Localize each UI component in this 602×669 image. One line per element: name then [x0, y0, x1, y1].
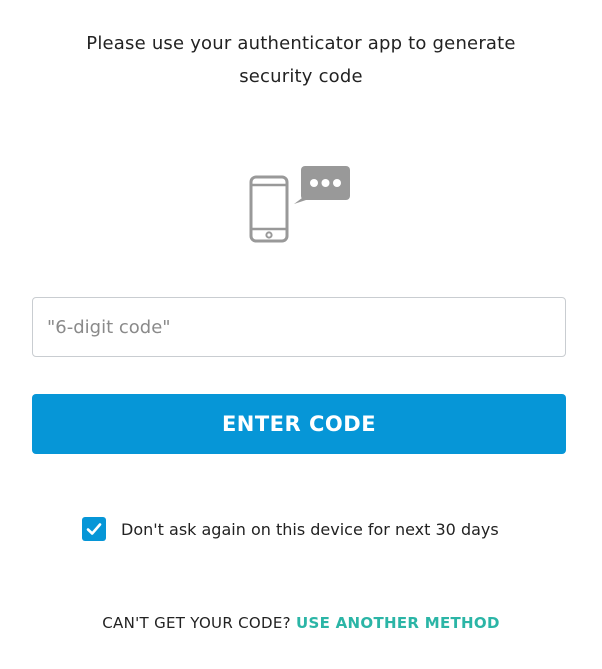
enter-code-button[interactable]: ENTER CODE — [32, 394, 566, 454]
security-code-input[interactable] — [32, 297, 566, 357]
chat-bubble-icon — [294, 166, 350, 204]
remember-device-checkbox[interactable] — [82, 517, 106, 541]
checkmark-icon — [86, 523, 102, 535]
alternate-method-footer: CAN'T GET YOUR CODE? USE ANOTHER METHOD — [0, 614, 602, 632]
cant-get-code-text: CAN'T GET YOUR CODE? — [102, 614, 291, 632]
instructions-text: Please use your authenticator app to gen… — [40, 27, 562, 93]
smartphone-icon — [249, 175, 289, 243]
phone-with-message-bubble-icon — [248, 163, 354, 245]
use-another-method-link[interactable]: USE ANOTHER METHOD — [296, 614, 500, 632]
remember-device-label: Don't ask again on this device for next … — [121, 519, 499, 539]
instructions-line-2: security code — [239, 66, 363, 87]
remember-device-row: Don't ask again on this device for next … — [82, 516, 499, 542]
instructions-line-1: Please use your authenticator app to gen… — [86, 33, 516, 54]
